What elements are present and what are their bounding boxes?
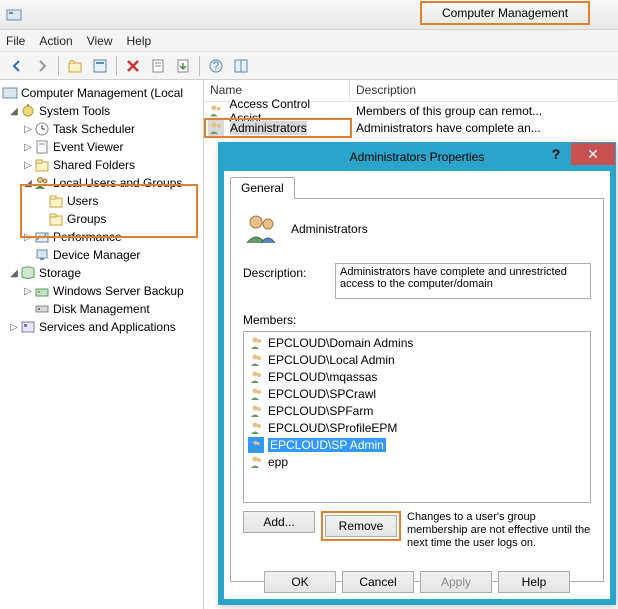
- ok-button[interactable]: OK: [264, 571, 336, 593]
- menu-action[interactable]: Action: [39, 34, 72, 48]
- add-button[interactable]: Add...: [243, 511, 315, 533]
- member-label: EPCLOUD\SP Admin: [268, 438, 386, 452]
- tree-system-tools[interactable]: ◢System Tools: [2, 102, 203, 120]
- forward-button[interactable]: [31, 55, 53, 77]
- member-row[interactable]: EPCLOUD\Local Admin: [246, 351, 588, 368]
- tree-root[interactable]: Computer Management (Local: [2, 84, 203, 102]
- expand-icon[interactable]: ▷: [22, 159, 34, 171]
- user-icon: [248, 420, 264, 436]
- remove-button[interactable]: Remove: [325, 515, 397, 537]
- tree-disk-management[interactable]: Disk Management: [2, 300, 203, 318]
- member-label: EPCLOUD\Domain Admins: [268, 336, 413, 350]
- cancel-button[interactable]: Cancel: [342, 571, 414, 593]
- menu-view[interactable]: View: [87, 34, 113, 48]
- tree-device-manager[interactable]: Device Manager: [2, 246, 203, 264]
- user-icon: [248, 454, 264, 470]
- user-icon: [248, 386, 264, 402]
- expand-icon[interactable]: ▷: [22, 231, 34, 243]
- description-label: Description:: [243, 263, 327, 280]
- user-icon: [248, 437, 264, 453]
- help-button[interactable]: ?: [205, 55, 227, 77]
- menu-file[interactable]: File: [6, 34, 25, 48]
- dialog-help-button[interactable]: ?: [541, 143, 571, 165]
- expand-icon[interactable]: ◢: [8, 105, 20, 117]
- list-row-selected[interactable]: Administrators Administrators have compl…: [204, 119, 618, 136]
- tree-panel: Computer Management (Local ◢System Tools…: [0, 80, 204, 609]
- properties-button[interactable]: [89, 55, 111, 77]
- tree-task-scheduler[interactable]: ▷Task Scheduler: [2, 120, 203, 138]
- member-label: EPCLOUD\mqassas: [268, 370, 377, 384]
- group-icon-large: [243, 211, 279, 247]
- member-row[interactable]: epp: [246, 453, 588, 470]
- member-label: EPCLOUD\SProfileEPM: [268, 421, 397, 435]
- user-icon: [248, 369, 264, 385]
- main-titlebar: Computer Management: [0, 0, 618, 30]
- dialog-titlebar[interactable]: Administrators Properties ? ✕: [219, 143, 615, 171]
- member-row[interactable]: EPCLOUD\SPCrawl: [246, 385, 588, 402]
- apply-button[interactable]: Apply: [420, 571, 492, 593]
- view-button[interactable]: [230, 55, 252, 77]
- user-icon: [248, 403, 264, 419]
- expand-icon[interactable]: ▷: [8, 321, 20, 333]
- collapse-icon[interactable]: ◢: [8, 267, 20, 279]
- tree-event-viewer[interactable]: ▷Event Viewer: [2, 138, 203, 156]
- window-title: Computer Management: [442, 6, 568, 20]
- tree-windows-server-backup[interactable]: ▷Windows Server Backup: [2, 282, 203, 300]
- tree-users[interactable]: Users: [2, 192, 203, 210]
- tree-storage[interactable]: ◢Storage: [2, 264, 203, 282]
- expand-icon[interactable]: ▷: [22, 141, 34, 153]
- help-button[interactable]: Help: [498, 571, 570, 593]
- tree-performance[interactable]: ▷Performance: [2, 228, 203, 246]
- member-label: EPCLOUD\Local Admin: [268, 353, 395, 367]
- description-field[interactable]: Administrators have complete and unrestr…: [335, 263, 591, 299]
- member-row[interactable]: EPCLOUD\SPFarm: [246, 402, 588, 419]
- dialog-title: Administrators Properties: [350, 150, 485, 164]
- app-icon: [6, 7, 22, 23]
- refresh-button[interactable]: [147, 55, 169, 77]
- member-row[interactable]: EPCLOUD\Domain Admins: [246, 334, 588, 351]
- delete-button[interactable]: [122, 55, 144, 77]
- tree-groups[interactable]: Groups: [2, 210, 203, 228]
- column-description[interactable]: Description: [350, 80, 618, 101]
- member-row[interactable]: EPCLOUD\mqassas: [246, 368, 588, 385]
- member-label: EPCLOUD\SPCrawl: [268, 387, 376, 401]
- dialog-close-button[interactable]: ✕: [571, 143, 615, 165]
- expand-icon[interactable]: ▷: [22, 123, 34, 135]
- tree-local-users-groups[interactable]: ◢Local Users and Groups: [2, 174, 203, 192]
- properties-dialog: Administrators Properties ? ✕ General Ad…: [218, 142, 616, 605]
- toolbar: ?: [0, 52, 618, 80]
- list-row[interactable]: Access Control Assist... Members of this…: [204, 102, 618, 119]
- up-button[interactable]: [64, 55, 86, 77]
- menu-help[interactable]: Help: [127, 34, 152, 48]
- svg-text:?: ?: [213, 59, 220, 73]
- tab-general[interactable]: General: [230, 177, 295, 199]
- members-label: Members:: [243, 313, 591, 327]
- member-row[interactable]: EPCLOUD\SP Admin: [246, 436, 588, 453]
- export-button[interactable]: [172, 55, 194, 77]
- collapse-icon[interactable]: ◢: [22, 177, 34, 189]
- window-title-highlight: Computer Management: [420, 1, 590, 25]
- user-icon: [248, 352, 264, 368]
- back-button[interactable]: [6, 55, 28, 77]
- tree-services-applications[interactable]: ▷Services and Applications: [2, 318, 203, 336]
- tree-shared-folders[interactable]: ▷Shared Folders: [2, 156, 203, 174]
- group-name: Administrators: [291, 222, 368, 236]
- group-icon: [208, 103, 223, 119]
- expand-icon[interactable]: ▷: [22, 285, 34, 297]
- menu-bar: File Action View Help: [0, 30, 618, 52]
- group-icon: [208, 120, 224, 136]
- member-row[interactable]: EPCLOUD\SProfileEPM: [246, 419, 588, 436]
- member-label: epp: [268, 455, 288, 469]
- membership-note: Changes to a user's group membership are…: [407, 511, 591, 550]
- user-icon: [248, 335, 264, 351]
- member-label: EPCLOUD\SPFarm: [268, 404, 373, 418]
- highlight-box: Remove: [321, 511, 401, 541]
- members-list[interactable]: EPCLOUD\Domain Admins EPCLOUD\Local Admin…: [243, 331, 591, 503]
